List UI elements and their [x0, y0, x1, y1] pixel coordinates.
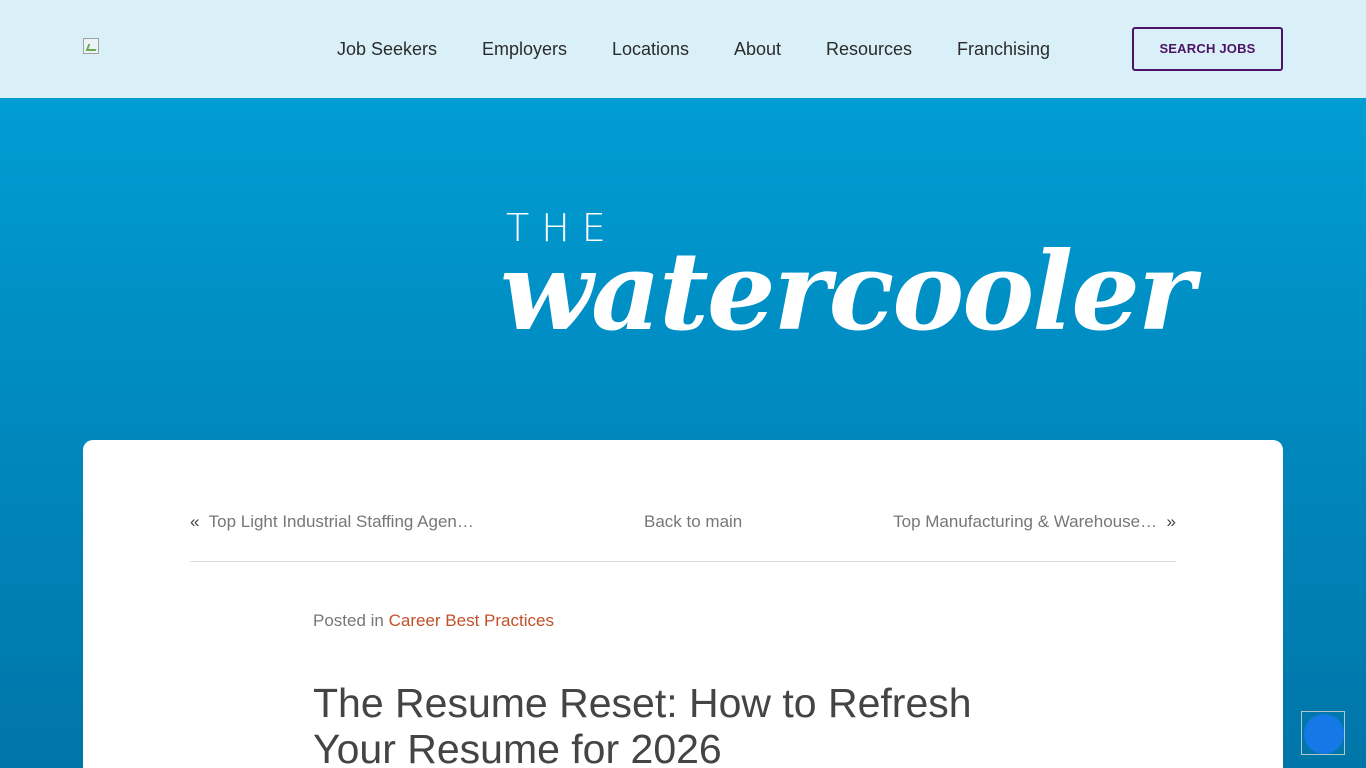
- post-category-line: Posted in Career Best Practices: [313, 611, 554, 631]
- posted-in-label: Posted in: [313, 611, 384, 630]
- content-card: « Top Light Industrial Staffing Agen… Ba…: [83, 440, 1283, 768]
- chat-widget-button[interactable]: [1301, 711, 1345, 755]
- back-to-main-link[interactable]: Back to main: [644, 512, 742, 532]
- category-link[interactable]: Career Best Practices: [389, 611, 554, 630]
- next-post-label: Top Manufacturing & Warehouse…: [893, 512, 1158, 531]
- nav-job-seekers[interactable]: Job Seekers: [337, 38, 437, 60]
- search-jobs-button[interactable]: SEARCH JOBS: [1132, 27, 1283, 71]
- previous-post-link[interactable]: « Top Light Industrial Staffing Agen…: [190, 512, 474, 532]
- nav-resources[interactable]: Resources: [826, 38, 912, 60]
- chat-bubble-icon: [1304, 714, 1344, 754]
- hero-watercooler-logo: watercooler: [500, 229, 1195, 355]
- next-post-link[interactable]: Top Manufacturing & Warehouse… »: [893, 512, 1176, 532]
- site-header: Job Seekers Employers Locations About Re…: [0, 0, 1366, 98]
- nav-franchising[interactable]: Franchising: [957, 38, 1050, 60]
- previous-post-label: Top Light Industrial Staffing Agen…: [208, 512, 474, 531]
- nav-about[interactable]: About: [734, 38, 781, 60]
- post-title: The Resume Reset: How to Refresh Your Re…: [313, 680, 972, 768]
- prev-arrow-icon: «: [190, 512, 200, 531]
- next-arrow-icon: »: [1166, 512, 1176, 531]
- nav-locations[interactable]: Locations: [612, 38, 689, 60]
- post-navigation: « Top Light Industrial Staffing Agen… Ba…: [190, 512, 1176, 562]
- nav-employers[interactable]: Employers: [482, 38, 567, 60]
